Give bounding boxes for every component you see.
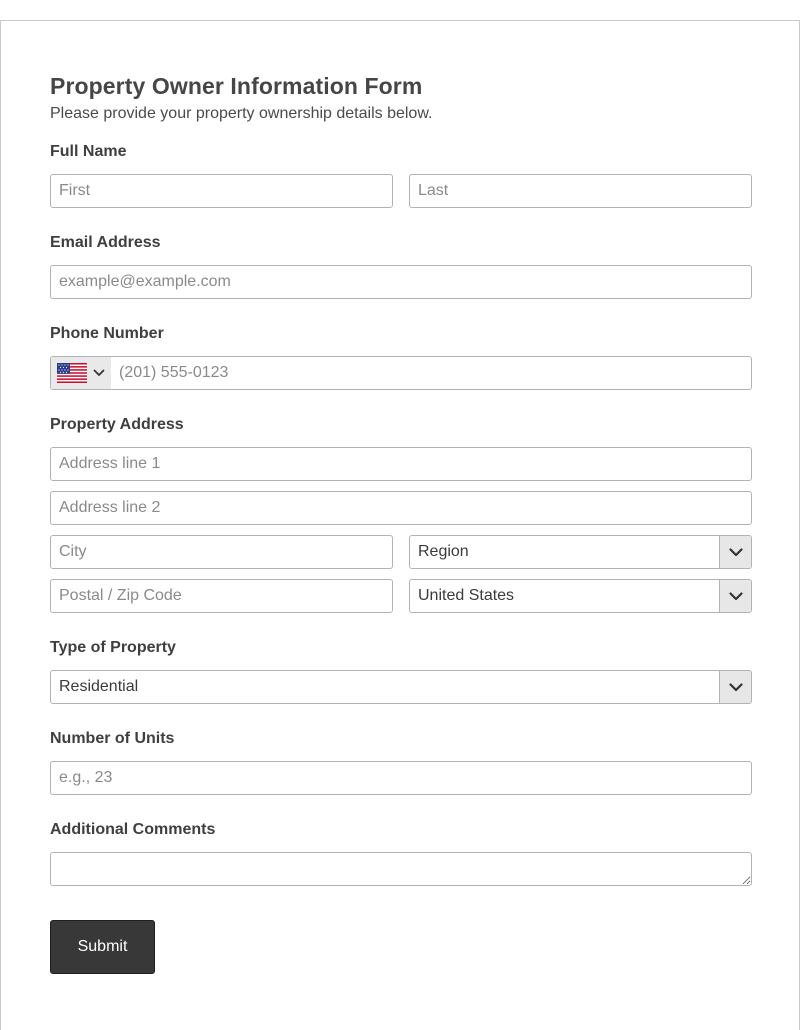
country-select[interactable]: United States — [409, 579, 752, 613]
property-address-label: Property Address — [50, 416, 184, 433]
region-select-arrow — [719, 536, 751, 568]
first-name-input[interactable] — [50, 174, 393, 208]
country-code-select[interactable] — [51, 357, 111, 389]
country-select-value: United States — [418, 587, 515, 604]
form-title: Property Owner Information Form — [50, 73, 423, 99]
property-type-select-value: Residential — [59, 678, 139, 695]
form-subtitle: Please provide your property ownership d… — [50, 105, 433, 122]
email-input[interactable] — [50, 265, 752, 299]
phone-label: Phone Number — [50, 325, 164, 342]
us-flag-icon — [57, 363, 87, 383]
chevron-down-icon — [93, 369, 105, 376]
region-select[interactable]: Region — [409, 535, 752, 569]
units-label: Number of Units — [50, 730, 175, 747]
email-label: Email Address — [50, 234, 161, 251]
phone-field — [50, 356, 752, 390]
phone-input[interactable] — [111, 357, 751, 389]
form-card: Property Owner Information Form Please p… — [0, 20, 800, 1030]
full-name-label: Full Name — [50, 143, 127, 160]
last-name-input[interactable] — [409, 174, 752, 208]
chevron-down-icon — [728, 682, 743, 691]
region-select-value: Region — [418, 543, 469, 560]
city-input[interactable] — [50, 535, 393, 569]
country-select-arrow — [719, 580, 751, 612]
property-type-select[interactable]: Residential — [50, 670, 752, 704]
address-line1-input[interactable] — [50, 447, 752, 481]
units-input[interactable] — [50, 761, 752, 795]
property-type-label: Type of Property — [50, 639, 176, 656]
address-line2-input[interactable] — [50, 491, 752, 525]
postal-code-input[interactable] — [50, 579, 393, 613]
chevron-down-icon — [728, 591, 743, 600]
comments-textarea[interactable] — [50, 852, 752, 886]
chevron-down-icon — [728, 547, 743, 556]
comments-label: Additional Comments — [50, 821, 216, 838]
submit-button[interactable]: Submit — [50, 920, 155, 974]
property-type-select-arrow — [719, 671, 751, 703]
